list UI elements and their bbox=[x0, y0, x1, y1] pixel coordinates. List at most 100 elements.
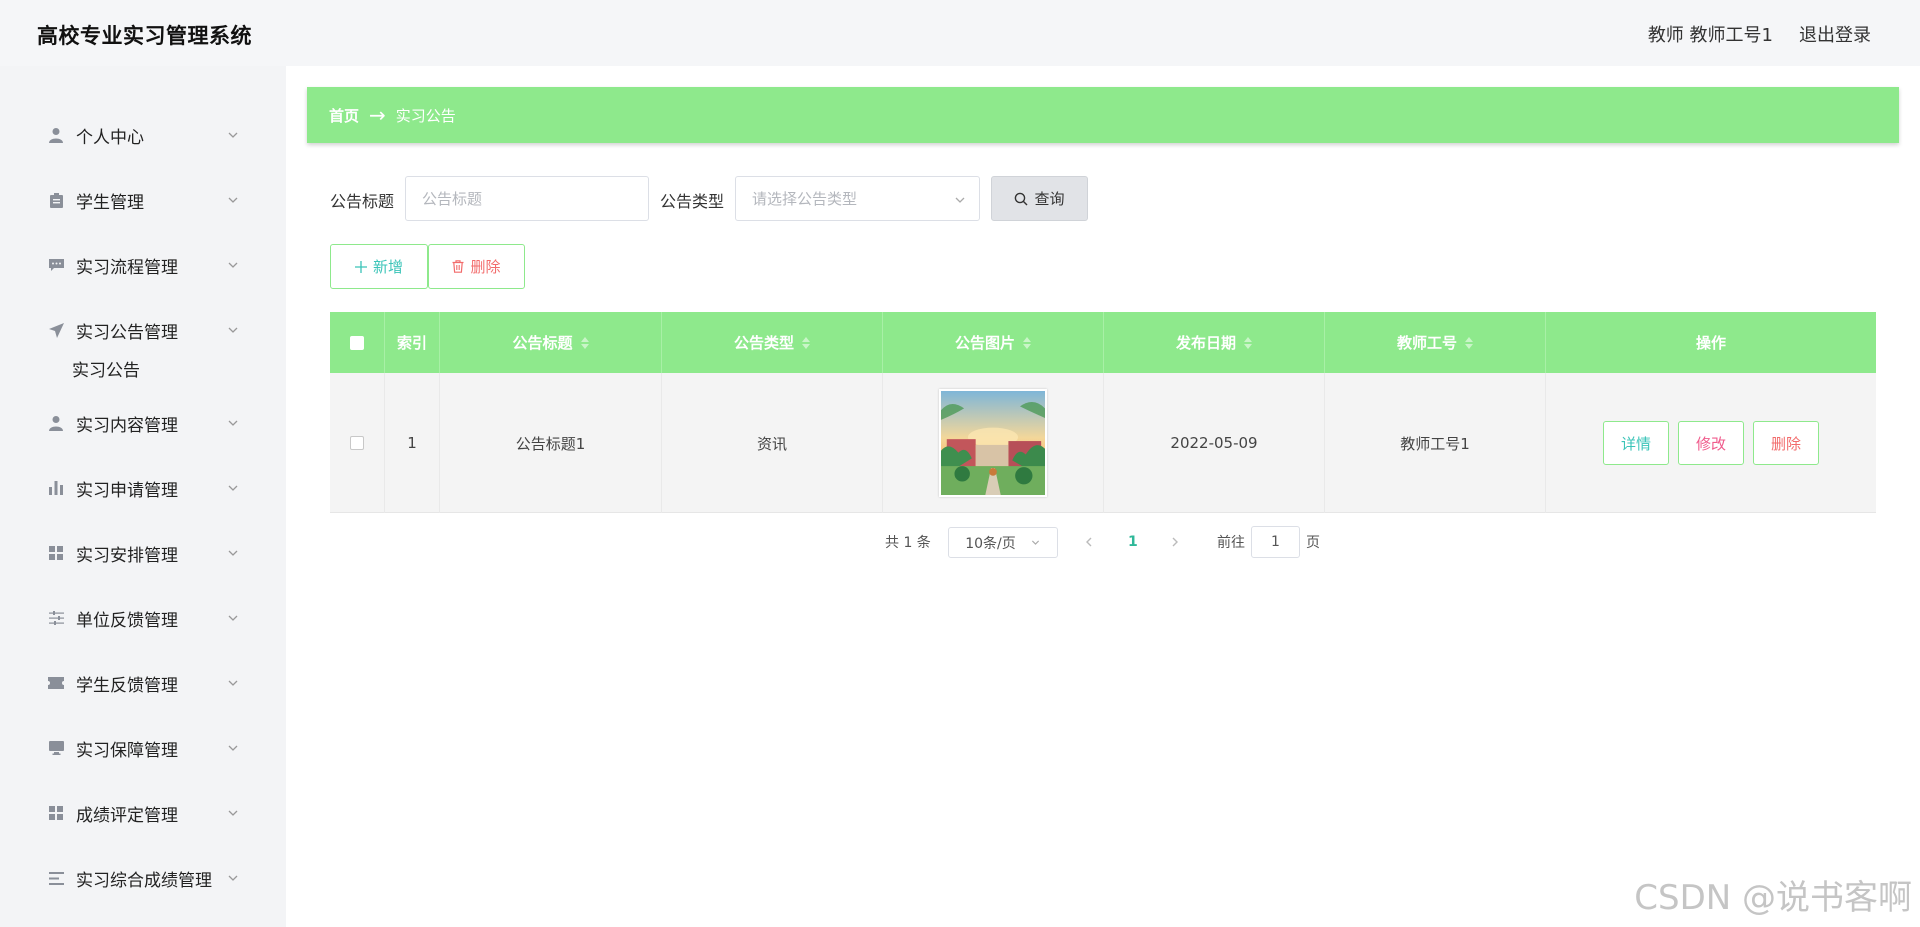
chevron-down-icon bbox=[228, 327, 238, 333]
sidebar-item-label: 实习公告管理 bbox=[76, 322, 178, 343]
batch-delete-button[interactable]: 删除 bbox=[428, 244, 525, 289]
sort-icon[interactable] bbox=[1023, 336, 1031, 349]
trash-icon bbox=[452, 260, 464, 273]
sort-icon[interactable] bbox=[580, 336, 589, 349]
row-checkbox[interactable] bbox=[350, 436, 364, 450]
edit-button[interactable]: 修改 bbox=[1678, 421, 1744, 465]
cell-date: 2022-05-09 bbox=[1104, 373, 1325, 513]
watermark: CSDN @说书客啊 bbox=[1634, 878, 1912, 918]
sidebar-item-label: 实习综合成绩管理 bbox=[76, 870, 212, 891]
add-button[interactable]: 新增 bbox=[330, 244, 428, 289]
breadcrumb-current: 实习公告 bbox=[395, 106, 456, 125]
user-icon bbox=[48, 415, 64, 431]
sidebar-item-arrangement[interactable]: 实习安排管理 bbox=[0, 533, 260, 573]
plus-icon bbox=[354, 260, 367, 273]
sidebar-item-unit-feedback[interactable]: 单位反馈管理 bbox=[0, 598, 260, 638]
current-user: 教师 教师工号1 bbox=[1648, 21, 1773, 47]
select-all-cell bbox=[330, 312, 385, 373]
chevron-down-icon bbox=[228, 615, 238, 621]
goto-label: 前往 bbox=[1217, 535, 1245, 551]
column-header-image[interactable]: 公告图片 bbox=[883, 312, 1104, 373]
sort-icon[interactable] bbox=[1465, 336, 1473, 349]
detail-button[interactable]: 详情 bbox=[1603, 421, 1669, 465]
chevron-down-icon bbox=[228, 875, 238, 881]
top-header: 高校专业实习管理系统 教师 教师工号1 退出登录 bbox=[0, 0, 1920, 66]
sidebar-item-content[interactable]: 实习内容管理 bbox=[0, 403, 260, 443]
bar-chart-icon bbox=[48, 480, 64, 496]
chevron-down-icon bbox=[228, 550, 238, 556]
chevron-down-icon bbox=[228, 132, 238, 138]
select-all-checkbox[interactable] bbox=[350, 335, 364, 350]
ticket-icon bbox=[48, 675, 64, 691]
clipboard-icon bbox=[48, 192, 64, 208]
sidebar-item-label: 实习安排管理 bbox=[76, 545, 178, 566]
breadcrumb-home[interactable]: 首页 bbox=[329, 105, 359, 126]
sidebar-item-application[interactable]: 实习申请管理 bbox=[0, 468, 260, 508]
goto-page-input[interactable]: 1 bbox=[1251, 526, 1300, 558]
delete-button[interactable]: 删除 bbox=[1753, 421, 1819, 465]
query-button-label: 查询 bbox=[1034, 190, 1065, 208]
column-header-label: 操作 bbox=[1695, 334, 1726, 352]
type-select-placeholder: 请选择公告类型 bbox=[752, 190, 858, 208]
sidebar-item-notice[interactable]: 实习公告管理 bbox=[0, 310, 260, 350]
next-page-button[interactable] bbox=[1169, 527, 1181, 557]
sidebar-item-label: 实习保障管理 bbox=[76, 740, 178, 761]
sidebar-item-label: 个人中心 bbox=[76, 127, 144, 148]
cell-actions: 详情 修改 删除 bbox=[1546, 373, 1876, 513]
sliders-icon bbox=[48, 610, 64, 626]
notice-image[interactable] bbox=[939, 389, 1047, 497]
sidebar-item-student[interactable]: 学生管理 bbox=[0, 180, 260, 220]
column-header-label: 发布日期 bbox=[1175, 334, 1236, 352]
sidebar-item-label: 学生反馈管理 bbox=[76, 675, 178, 696]
sidebar-item-label: 实习内容管理 bbox=[76, 415, 178, 436]
page-size-value: 10条/页 bbox=[965, 535, 1016, 552]
chevron-down-icon bbox=[228, 745, 238, 751]
add-button-label: 新增 bbox=[372, 258, 403, 276]
breadcrumb-separator: → bbox=[369, 103, 386, 127]
chevron-left-icon bbox=[1086, 537, 1092, 547]
page-unit-label: 页 bbox=[1306, 535, 1320, 551]
chevron-down-icon bbox=[228, 197, 238, 203]
chevron-right-icon bbox=[1172, 537, 1178, 547]
sidebar-item-label: 实习申请管理 bbox=[76, 480, 178, 501]
sort-icon[interactable] bbox=[802, 336, 810, 349]
cell-index: 1 bbox=[385, 373, 440, 513]
column-header-label: 索引 bbox=[396, 334, 427, 352]
page-size-select[interactable]: 10条/页 bbox=[948, 527, 1058, 558]
sidebar-item-label: 学生管理 bbox=[76, 192, 144, 213]
type-filter-label: 公告类型 bbox=[660, 192, 725, 211]
sidebar-item-evaluation[interactable]: 成绩评定管理 bbox=[0, 793, 260, 833]
sidebar-item-support[interactable]: 实习保障管理 bbox=[0, 728, 260, 768]
sidebar-subitem-notice[interactable]: 实习公告 bbox=[72, 356, 140, 381]
column-header-type[interactable]: 公告类型 bbox=[662, 312, 883, 373]
column-header-title[interactable]: 公告标题 bbox=[440, 312, 662, 373]
prev-page-button[interactable] bbox=[1083, 527, 1095, 557]
sidebar-item-label: 成绩评定管理 bbox=[76, 805, 178, 826]
pagination: 共 1 条 bbox=[885, 527, 931, 557]
monitor-icon bbox=[48, 740, 64, 756]
chevron-down-icon bbox=[1031, 540, 1039, 545]
table-row: 1 公告标题1 资讯 2022-05-09 教师工号1 详情 修改 删除 bbox=[330, 373, 1876, 513]
sort-icon[interactable] bbox=[1244, 336, 1252, 349]
query-button[interactable]: 查询 bbox=[991, 176, 1088, 221]
search-icon bbox=[1015, 192, 1028, 205]
column-header-teacher-id[interactable]: 教师工号 bbox=[1325, 312, 1546, 373]
row-select-cell bbox=[330, 373, 385, 513]
type-select[interactable]: 请选择公告类型 bbox=[735, 176, 980, 221]
chevron-down-icon bbox=[228, 485, 238, 491]
page-number-current[interactable]: 1 bbox=[1128, 527, 1138, 557]
list-icon bbox=[48, 870, 64, 886]
user-icon bbox=[48, 127, 64, 143]
sidebar-item-process[interactable]: 实习流程管理 bbox=[0, 245, 260, 285]
column-header-date[interactable]: 发布日期 bbox=[1104, 312, 1325, 373]
sidebar-item-personal-center[interactable]: 个人中心 bbox=[0, 115, 260, 155]
column-header-label: 教师工号 bbox=[1396, 334, 1457, 352]
pagination-total: 共 1 条 bbox=[885, 535, 931, 551]
app-title: 高校专业实习管理系统 bbox=[37, 24, 252, 48]
sidebar-item-student-feedback[interactable]: 学生反馈管理 bbox=[0, 663, 260, 703]
logout-button[interactable]: 退出登录 bbox=[1799, 21, 1871, 47]
sidebar-item-overall-score[interactable]: 实习综合成绩管理 bbox=[0, 858, 260, 898]
title-search-input[interactable] bbox=[405, 176, 649, 221]
chevron-down-icon bbox=[228, 680, 238, 686]
grid-icon bbox=[48, 805, 64, 821]
